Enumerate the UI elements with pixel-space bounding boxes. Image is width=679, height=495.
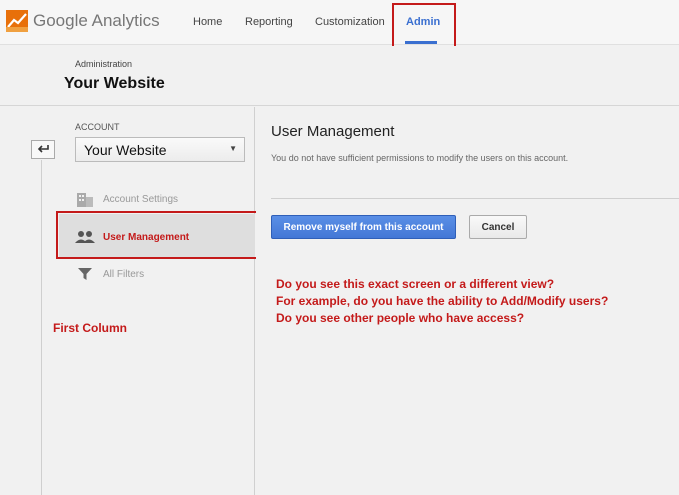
chevron-down-icon: ▼ (229, 144, 237, 153)
sidebar-item-label: All Filters (103, 268, 145, 280)
divider (271, 198, 679, 199)
column-guide-line (41, 160, 42, 495)
annotation-note: For example, do you have the ability to … (276, 294, 609, 308)
sidebar-item-account-settings[interactable]: Account Settings (75, 189, 178, 209)
account-select[interactable]: Your Website ▼ (75, 137, 245, 162)
account-column (0, 107, 255, 495)
nav-customization[interactable]: Customization (315, 16, 385, 28)
nav-reporting[interactable]: Reporting (245, 16, 293, 28)
first-column-annotation: First Column (53, 321, 127, 335)
remove-myself-button[interactable]: Remove myself from this account (271, 215, 456, 239)
nav-home[interactable]: Home (193, 16, 222, 28)
account-select-value: Your Website (84, 142, 167, 158)
google-analytics-logo[interactable]: Google Analytics (6, 10, 160, 32)
user-management-highlight-box (56, 211, 258, 259)
annotation-note: Do you see this exact screen or a differ… (276, 277, 555, 291)
cancel-button[interactable]: Cancel (469, 215, 527, 239)
sidebar-item-label: Account Settings (103, 193, 179, 205)
account-label: ACCOUNT (75, 122, 120, 132)
sidebar-item-all-filters[interactable]: All Filters (75, 264, 144, 284)
back-button[interactable] (31, 140, 55, 159)
annotation-note: Do you see other people who have access? (276, 311, 525, 325)
logo-text: Google Analytics (33, 11, 160, 30)
permission-message: You do not have sufficient permissions t… (271, 153, 569, 163)
site-title: Your Website (64, 75, 165, 92)
analytics-logo-icon (6, 10, 28, 32)
administration-label: Administration (75, 59, 133, 69)
building-icon (75, 191, 95, 207)
page-title: User Management (271, 123, 395, 140)
filter-icon (75, 266, 95, 282)
back-arrow-icon (37, 142, 49, 157)
